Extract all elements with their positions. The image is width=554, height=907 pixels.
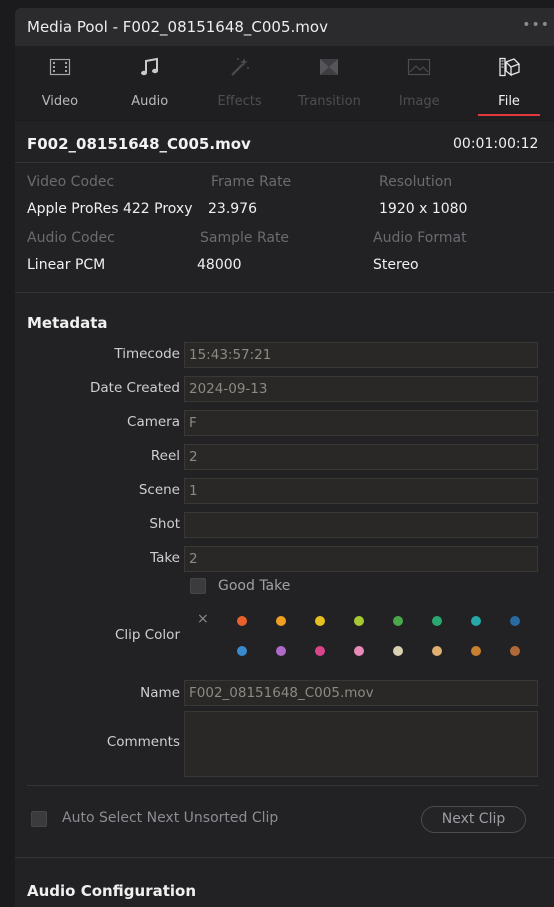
audio-format-value: Stereo <box>373 257 419 273</box>
tab-label: Effects <box>217 94 262 109</box>
tab-label: File <box>498 94 520 109</box>
video-codec-label: Video Codec <box>27 174 115 190</box>
clip-color-swatch[interactable] <box>393 616 403 626</box>
date-created-field[interactable]: 2024-09-13 <box>184 376 538 402</box>
file-duration: 00:01:00:12 <box>453 136 539 152</box>
active-tab-indicator <box>478 114 540 116</box>
tab-label: Audio <box>131 94 169 109</box>
resolution-value: 1920 x 1080 <box>379 201 468 217</box>
shot-field[interactable] <box>184 512 538 538</box>
file-name: F002_08151648_C005.mov <box>27 135 251 153</box>
clip-color-swatch[interactable] <box>354 646 364 656</box>
clip-color-swatch[interactable] <box>237 616 247 626</box>
clear-color-icon[interactable]: × <box>197 611 209 627</box>
auto-select-label: Auto Select Next Unsorted Clip <box>62 810 279 826</box>
clip-color-swatch[interactable] <box>276 646 286 656</box>
tab-label: Video <box>41 94 79 109</box>
tab-image: Image <box>374 46 464 120</box>
timecode-label: Timecode <box>114 346 180 362</box>
tab-video[interactable]: Video <box>15 46 105 120</box>
name-label: Name <box>140 685 180 701</box>
more-options-icon[interactable]: ••• <box>522 17 550 33</box>
clip-color-swatch[interactable] <box>432 646 442 656</box>
tab-file[interactable]: File <box>464 46 554 120</box>
scene-label: Scene <box>138 482 180 498</box>
inspector-tabs: Video Audio Effects Transition Image Fil… <box>15 46 554 120</box>
clip-color-swatch[interactable] <box>237 646 247 656</box>
tab-label: Transition <box>297 94 361 109</box>
window-title-bar: Media Pool - F002_08151648_C005.mov ••• <box>15 8 554 46</box>
window-title: Media Pool - F002_08151648_C005.mov <box>27 18 328 36</box>
transition-icon <box>284 56 374 80</box>
divider <box>27 785 538 786</box>
comments-label: Comments <box>106 734 180 750</box>
comments-field[interactable] <box>184 711 538 777</box>
clip-color-swatch[interactable] <box>315 646 325 656</box>
clip-color-swatch[interactable] <box>393 646 403 656</box>
reel-label: Reel <box>150 448 180 464</box>
audio-codec-label: Audio Codec <box>27 230 115 246</box>
good-take-checkbox[interactable] <box>190 578 206 594</box>
audio-codec-value: Linear PCM <box>27 257 106 273</box>
scene-field[interactable]: 1 <box>184 478 538 504</box>
shot-label: Shot <box>149 516 180 532</box>
auto-select-checkbox[interactable] <box>31 811 47 827</box>
timecode-field[interactable]: 15:43:57:21 <box>184 342 538 368</box>
clip-color-swatch[interactable] <box>315 616 325 626</box>
resolution-label: Resolution <box>379 174 453 190</box>
tab-audio[interactable]: Audio <box>105 46 195 120</box>
divider <box>15 292 554 293</box>
clip-color-label: Clip Color <box>114 627 180 643</box>
effects-icon <box>195 56 285 80</box>
audio-configuration-heading: Audio Configuration <box>27 882 197 900</box>
take-label: Take <box>150 550 180 566</box>
file-icon <box>464 56 554 80</box>
camera-label: Camera <box>127 414 180 430</box>
clip-color-swatch[interactable] <box>471 616 481 626</box>
good-take-label: Good Take <box>218 578 291 594</box>
clip-color-swatch[interactable] <box>510 646 520 656</box>
tab-effects: Effects <box>195 46 285 120</box>
next-clip-button[interactable]: Next Clip <box>421 806 526 833</box>
tab-transition: Transition <box>284 46 374 120</box>
take-field[interactable]: 2 <box>184 546 538 572</box>
tab-label: Image <box>398 94 440 109</box>
camera-field[interactable]: F <box>184 410 538 436</box>
clip-color-swatch[interactable] <box>432 616 442 626</box>
clip-color-swatch[interactable] <box>276 616 286 626</box>
audio-format-label: Audio Format <box>373 230 467 246</box>
reel-field[interactable]: 2 <box>184 444 538 470</box>
clip-color-swatch[interactable] <box>354 616 364 626</box>
video-icon <box>15 56 105 80</box>
frame-rate-label: Frame Rate <box>211 174 292 190</box>
frame-rate-value: 23.976 <box>208 201 257 217</box>
sample-rate-label: Sample Rate <box>200 230 290 246</box>
video-codec-value: Apple ProRes 422 Proxy <box>27 201 193 217</box>
divider <box>15 162 554 163</box>
audio-icon <box>105 56 195 80</box>
image-icon <box>374 56 464 80</box>
clip-color-swatch[interactable] <box>510 616 520 626</box>
clip-color-swatch[interactable] <box>471 646 481 656</box>
name-field[interactable]: F002_08151648_C005.mov <box>184 680 538 706</box>
metadata-heading: Metadata <box>27 314 108 332</box>
sample-rate-value: 48000 <box>197 257 242 273</box>
date-created-label: Date Created <box>90 380 180 396</box>
divider <box>15 857 554 858</box>
